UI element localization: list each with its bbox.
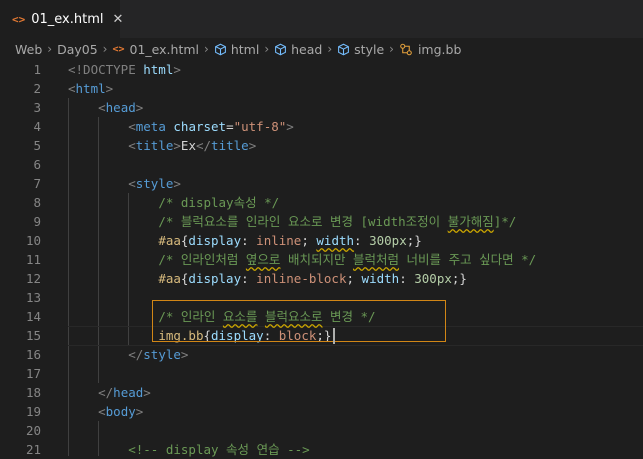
chevron-right-icon: ›	[327, 42, 333, 56]
tab-01-ex-html[interactable]: <> 01_ex.html ✕	[0, 0, 123, 38]
code-text: #aa{display: inline; width: 300px;}	[158, 233, 422, 248]
code-line: 15 img.bb{display: block;}	[0, 326, 643, 345]
code-line: 16 </style>	[0, 345, 643, 364]
chevron-right-icon: ›	[264, 42, 270, 56]
breadcrumb-label: img.bb	[417, 41, 462, 57]
line-number: 6	[33, 157, 41, 172]
code-line: 2 <html>	[0, 79, 643, 98]
code-text: <html>	[68, 81, 114, 96]
line-number: 3	[33, 100, 41, 115]
chevron-right-icon: ›	[102, 42, 108, 56]
breadcrumb-item-style[interactable]: style	[337, 42, 384, 57]
code-text: <meta charset="utf-8">	[128, 119, 294, 134]
line-number: 9	[33, 214, 41, 229]
code-text: /* 인라인처럼 옆으로 배치되지만 블럭처럼 너비를 주고 싶다면 */	[158, 252, 537, 267]
html-file-icon: <>	[112, 43, 125, 55]
breadcrumb-item-img-bb[interactable]: img.bb	[399, 42, 461, 57]
code-text: <body>	[98, 404, 144, 419]
line-number: 4	[33, 119, 41, 134]
line-number: 10	[25, 233, 41, 248]
code-text: </style>	[128, 347, 189, 362]
breadcrumb-label: 01_ex.html	[129, 41, 200, 57]
code-line: 3 <head>	[0, 98, 643, 117]
code-line: 6	[0, 155, 643, 174]
code-text: <!DOCTYPE html>	[68, 62, 181, 77]
code-text: <!-- display 속성 연습 -->	[128, 442, 310, 457]
line-number: 8	[33, 195, 41, 210]
line-number: 16	[25, 347, 41, 362]
breadcrumb-label: head	[291, 41, 323, 57]
code-line: 18 </head>	[0, 383, 643, 402]
line-number: 1	[33, 62, 41, 77]
code-line: 10 #aa{display: inline; width: 300px;}	[0, 231, 643, 250]
line-number: 18	[25, 385, 41, 400]
line-number: 17	[25, 366, 41, 381]
cube-icon	[214, 43, 227, 56]
breadcrumb-label: html	[230, 41, 260, 57]
close-icon[interactable]: ✕	[113, 12, 124, 27]
code-line: 19 <body>	[0, 402, 643, 421]
breadcrumb-label: style	[354, 41, 385, 57]
line-number: 7	[33, 176, 41, 191]
code-line: 17	[0, 364, 643, 383]
code-text: <head>	[98, 100, 144, 115]
line-number: 13	[25, 290, 41, 305]
line-number: 5	[33, 138, 41, 153]
line-number: 12	[25, 271, 41, 286]
breadcrumb-item-html[interactable]: html	[214, 42, 259, 57]
line-number: 14	[25, 309, 41, 324]
code-line: 13	[0, 288, 643, 307]
code-text: <style>	[128, 176, 181, 191]
breadcrumb-item-head[interactable]: head	[274, 42, 322, 57]
line-number: 19	[25, 404, 41, 419]
code-text: img.bb{display: block;}	[158, 328, 332, 343]
breadcrumb-item-web[interactable]: Web	[15, 42, 42, 57]
code-line: 11 /* 인라인처럼 옆으로 배치되지만 블럭처럼 너비를 주고 싶다면 */	[0, 250, 643, 269]
code-text: <title>Ex</title>	[128, 138, 257, 153]
code-line: 9 /* 블럭요소를 인라인 요소로 변경 [width조정이 불가해짐]*/	[0, 212, 643, 231]
line-number: 20	[25, 423, 41, 438]
line-number: 2	[33, 81, 41, 96]
code-text: /* display속성 */	[158, 195, 280, 210]
code-text: /* 블럭요소를 인라인 요소로 변경 [width조정이 불가해짐]*/	[158, 214, 517, 229]
breadcrumb-label: Web	[15, 41, 43, 57]
chevron-right-icon: ›	[47, 42, 53, 56]
code-text: /* 인라인 요소를 블럭요소로 변경 */	[158, 309, 376, 324]
code-editor[interactable]: 1 <!DOCTYPE html> 2 <html> 3 <head> 4 <m…	[0, 60, 643, 459]
html-file-icon: <>	[12, 12, 26, 26]
breadcrumb: Web › Day05 › <> 01_ex.html › html › hea…	[0, 38, 643, 60]
cube-icon	[274, 43, 287, 56]
cube-icon	[337, 43, 350, 56]
code-line: 4 <meta charset="utf-8">	[0, 117, 643, 136]
line-number: 15	[25, 328, 41, 343]
text-cursor	[333, 328, 335, 344]
line-number: 21	[25, 442, 41, 457]
code-line: 5 <title>Ex</title>	[0, 136, 643, 155]
tag-selector-icon	[399, 43, 413, 56]
code-line: 12 #aa{display: inline-block; width: 300…	[0, 269, 643, 288]
breadcrumb-label: Day05	[57, 41, 98, 57]
breadcrumb-item-day05[interactable]: Day05	[57, 42, 98, 57]
tab-label: 01_ex.html	[31, 11, 104, 27]
line-number: 11	[25, 252, 41, 267]
chevron-right-icon: ›	[204, 42, 209, 56]
code-line: 20	[0, 421, 643, 440]
code-line: 7 <style>	[0, 174, 643, 193]
breadcrumb-item-file[interactable]: <> 01_ex.html	[112, 42, 199, 57]
chevron-right-icon: ›	[389, 42, 394, 56]
code-line: 8 /* display속성 */	[0, 193, 643, 212]
code-line: 21 <!-- display 속성 연습 -->	[0, 440, 643, 459]
tab-bar: <> 01_ex.html ✕	[0, 0, 643, 38]
code-line: 14 /* 인라인 요소를 블럭요소로 변경 */	[0, 307, 643, 326]
code-text: #aa{display: inline-block; width: 300px;…	[158, 271, 467, 286]
code-text: </head>	[98, 385, 151, 400]
code-line: 1 <!DOCTYPE html>	[0, 60, 643, 79]
